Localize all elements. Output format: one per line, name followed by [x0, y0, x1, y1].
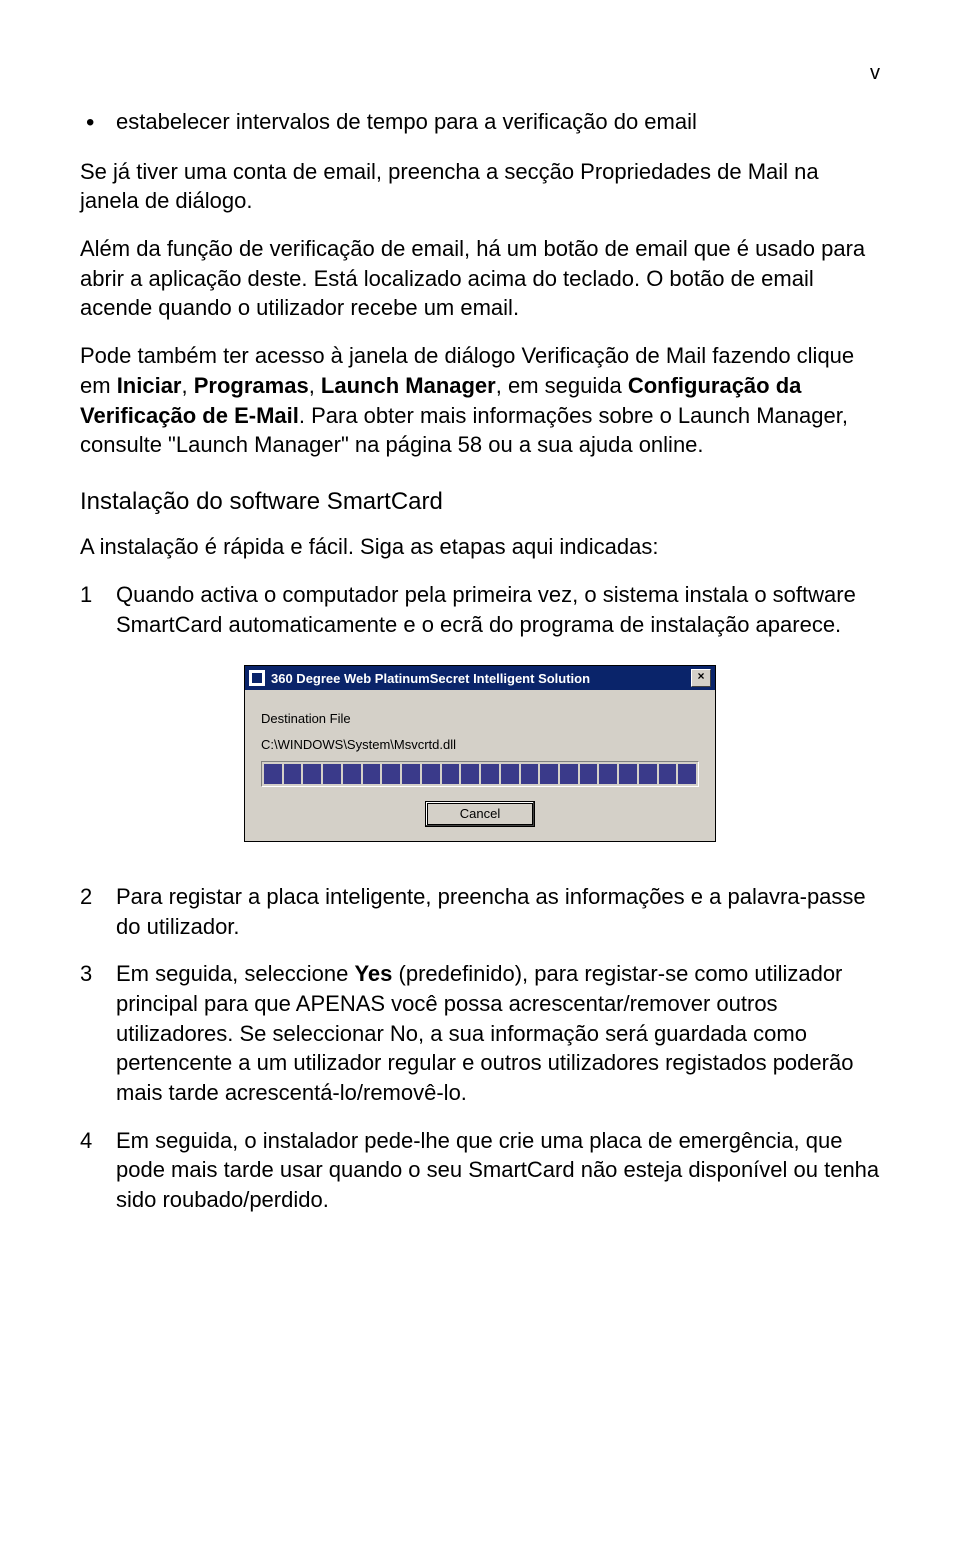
text-run: , [182, 373, 194, 398]
bullet-list: estabelecer intervalos de tempo para a v… [80, 107, 880, 137]
paragraph: A instalação é rápida e fácil. Siga as e… [80, 532, 880, 562]
progress-segment [560, 764, 578, 784]
bold-run: Launch Manager [321, 373, 496, 398]
bullet-item: estabelecer intervalos de tempo para a v… [80, 107, 880, 137]
progress-segment [521, 764, 539, 784]
step-list: 2 Para registar a placa inteligente, pre… [80, 882, 880, 1215]
bold-run: Programas [194, 373, 309, 398]
progress-segment [264, 764, 282, 784]
progress-segment [382, 764, 400, 784]
step-text: Quando activa o computador pela primeira… [116, 580, 880, 639]
bold-run: Iniciar [117, 373, 182, 398]
progress-segment [599, 764, 617, 784]
app-icon [249, 670, 265, 686]
paragraph: Pode também ter acesso à janela de diálo… [80, 341, 880, 460]
step-number: 3 [80, 959, 116, 1107]
step-item: 2 Para registar a placa inteligente, pre… [80, 882, 880, 941]
text-run: , [309, 373, 321, 398]
step-text: Para registar a placa inteligente, preen… [116, 882, 880, 941]
dialog-titlebar: 360 Degree Web PlatinumSecret Intelligen… [245, 666, 715, 690]
progress-segment [303, 764, 321, 784]
step-text: Em seguida, seleccione Yes (predefinido)… [116, 959, 880, 1107]
dialog-figure: 360 Degree Web PlatinumSecret Intelligen… [80, 665, 880, 842]
progress-segment [501, 764, 519, 784]
step-number: 4 [80, 1126, 116, 1215]
step-number: 2 [80, 882, 116, 941]
close-icon[interactable]: × [691, 669, 711, 687]
step-item: 3 Em seguida, seleccione Yes (predefinid… [80, 959, 880, 1107]
progress-segment [678, 764, 696, 784]
step-item: 4 Em seguida, o instalador pede-lhe que … [80, 1126, 880, 1215]
step-item: 1 Quando activa o computador pela primei… [80, 580, 880, 639]
section-heading: Instalação do software SmartCard [80, 486, 880, 518]
progress-segment [402, 764, 420, 784]
progress-segment [619, 764, 637, 784]
dialog-body: Destination File C:\WINDOWS\System\Msvcr… [245, 690, 715, 841]
progress-bar [261, 761, 699, 787]
button-row: Cancel [261, 801, 699, 827]
progress-segment [442, 764, 460, 784]
dialog-title: 360 Degree Web PlatinumSecret Intelligen… [271, 670, 691, 688]
paragraph: Além da função de verificação de email, … [80, 234, 880, 323]
step-text: Em seguida, o instalador pede-lhe que cr… [116, 1126, 880, 1215]
progress-segment [343, 764, 361, 784]
progress-segment [363, 764, 381, 784]
paragraph: Se já tiver uma conta de email, preencha… [80, 157, 880, 216]
page-number: v [80, 60, 880, 87]
cancel-button[interactable]: Cancel [425, 801, 535, 827]
progress-segment [284, 764, 302, 784]
progress-segment [422, 764, 440, 784]
step-number: 1 [80, 580, 116, 639]
text-run: Em seguida, seleccione [116, 961, 354, 986]
progress-segment [461, 764, 479, 784]
progress-segment [540, 764, 558, 784]
progress-segment [481, 764, 499, 784]
step-list: 1 Quando activa o computador pela primei… [80, 580, 880, 639]
bold-run: Yes [354, 961, 392, 986]
progress-segment [639, 764, 657, 784]
destination-path: C:\WINDOWS\System\Msvcrtd.dll [261, 736, 699, 754]
progress-segment [323, 764, 341, 784]
progress-segment [659, 764, 677, 784]
installer-dialog: 360 Degree Web PlatinumSecret Intelligen… [244, 665, 716, 842]
field-label: Destination File [261, 710, 699, 728]
progress-segment [580, 764, 598, 784]
text-run: , em seguida [496, 373, 628, 398]
